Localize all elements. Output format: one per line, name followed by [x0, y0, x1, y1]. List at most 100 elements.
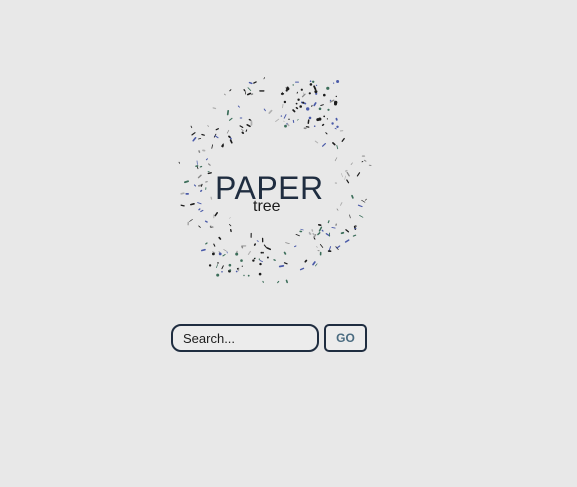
decoration-dot — [292, 84, 294, 86]
decoration-dash — [253, 81, 257, 84]
decoration-dash — [241, 131, 245, 134]
decoration-dash — [201, 133, 205, 136]
decoration-dash — [198, 225, 201, 228]
decoration-dash — [263, 108, 266, 112]
decoration-dash — [229, 217, 231, 219]
decoration-dash — [205, 242, 208, 245]
decoration-dash — [313, 102, 317, 107]
decoration-dash — [325, 132, 328, 135]
decoration-dash — [212, 251, 216, 254]
decoration-dash — [352, 234, 357, 237]
decoration-dot — [300, 88, 303, 91]
decoration-dot — [295, 102, 298, 105]
page: PAPER tree GO — [0, 0, 577, 487]
decoration-dash — [229, 223, 232, 227]
decoration-dot — [314, 90, 318, 94]
decoration-dash — [294, 245, 297, 248]
decoration-dot — [208, 264, 212, 267]
decoration-dash — [316, 246, 318, 248]
decoration-dash — [334, 127, 337, 130]
decoration-dash — [248, 118, 252, 121]
decoration-dash — [218, 236, 222, 240]
decoration-dot — [235, 252, 239, 256]
decoration-dash — [359, 214, 364, 218]
decoration-dash — [283, 114, 287, 119]
decoration-dash — [200, 248, 206, 252]
decoration-dash — [336, 245, 341, 249]
decoration-dot — [323, 93, 326, 97]
decoration-dash — [207, 172, 212, 175]
decoration-dot — [221, 271, 223, 273]
decoration-dash — [304, 259, 308, 263]
decoration-dash — [198, 208, 201, 211]
decoration-dash — [300, 228, 304, 231]
decoration-dot — [217, 262, 219, 264]
decoration-dash — [245, 129, 248, 132]
decoration-dot — [286, 87, 290, 91]
decoration-dot — [258, 258, 261, 260]
decoration-dash — [336, 208, 339, 211]
decoration-dot — [334, 102, 337, 106]
decoration-dot — [212, 252, 215, 256]
decoration-dash — [292, 109, 296, 113]
decoration-dash — [180, 192, 185, 195]
decoration-dash — [243, 89, 246, 92]
decoration-dot — [266, 256, 269, 259]
decoration-dash — [319, 243, 324, 248]
decoration-dash — [191, 132, 196, 136]
decoration-dot — [336, 125, 339, 128]
decoration-dash — [229, 137, 232, 140]
decoration-dash — [317, 232, 321, 236]
decoration-dash — [275, 118, 280, 122]
decoration-dash — [283, 251, 287, 255]
decoration-dash — [183, 180, 190, 184]
decoration-dash — [192, 137, 197, 142]
decoration-dot — [218, 252, 222, 256]
decoration-dot — [308, 116, 312, 120]
decoration-dot — [259, 262, 262, 266]
decoration-dot — [297, 98, 300, 101]
decoration-dash — [229, 139, 233, 144]
decoration-dash — [229, 89, 232, 92]
decoration-dash — [226, 109, 230, 116]
decoration-dot — [283, 100, 287, 104]
decoration-dot — [327, 108, 330, 111]
decoration-dot — [216, 273, 220, 277]
decoration-dash — [283, 262, 288, 265]
decoration-dash — [328, 246, 332, 251]
decoration-dot — [335, 95, 337, 98]
decoration-dot — [235, 270, 238, 273]
decoration-dash — [180, 204, 185, 207]
decoration-dash — [351, 194, 354, 199]
decoration-dash — [320, 104, 324, 106]
decoration-dot — [280, 115, 283, 117]
decoration-dash — [228, 135, 231, 138]
decoration-dash — [312, 261, 316, 266]
decoration-dash — [215, 128, 220, 131]
decoration-dash — [312, 232, 316, 237]
decoration-dot — [229, 269, 232, 272]
decoration-dash — [198, 150, 201, 153]
decoration-dash — [241, 128, 244, 132]
decoration-dot — [286, 123, 288, 125]
decoration-dot — [299, 105, 302, 108]
decoration-dash — [222, 254, 226, 257]
decoration-dash — [189, 203, 195, 206]
go-button[interactable]: GO — [324, 324, 367, 352]
decoration-dot — [308, 92, 311, 95]
decoration-dot — [306, 107, 310, 111]
decoration-dash — [207, 125, 209, 127]
decoration-dot — [329, 99, 332, 102]
decoration-dash — [341, 173, 343, 178]
decoration-dot — [228, 263, 232, 267]
search-form: GO — [171, 324, 367, 352]
decoration-dot — [302, 101, 305, 104]
decoration-dash — [308, 232, 312, 235]
decoration-dash — [283, 120, 285, 123]
decoration-dot — [247, 274, 250, 277]
decoration-dash — [278, 265, 285, 268]
search-input[interactable] — [171, 324, 319, 352]
decoration-dash — [247, 87, 252, 91]
decoration-dash — [361, 199, 366, 203]
decoration-dash — [228, 117, 233, 121]
